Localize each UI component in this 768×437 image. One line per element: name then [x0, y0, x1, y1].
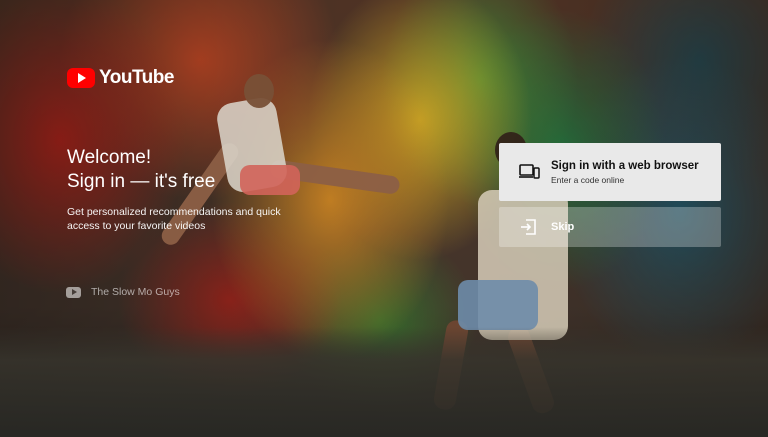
sign-in-web-browser-button[interactable]: Sign in with a web browser Enter a code … — [499, 143, 721, 201]
welcome-heading: Welcome! Sign in — it's free — [67, 146, 215, 194]
background-figure — [458, 280, 538, 330]
youtube-play-icon — [67, 68, 95, 88]
welcome-description: Get personalized recommendations and qui… — [67, 206, 281, 232]
logo-text: YouTube — [99, 67, 174, 88]
skip-label: Skip — [551, 221, 575, 233]
welcome-subtitle: Sign in — it's free — [67, 171, 216, 192]
skip-button[interactable]: Skip — [499, 207, 721, 247]
youtube-logo: YouTube — [67, 67, 174, 89]
background-figure — [240, 165, 300, 195]
background-figure — [244, 74, 274, 108]
background-ground — [0, 327, 768, 437]
channel-name: The Slow Mo Guys — [91, 286, 180, 298]
youtube-play-icon — [66, 286, 81, 298]
welcome-title: Welcome! — [67, 147, 152, 168]
sign-in-label: Sign in with a web browser — [551, 159, 699, 172]
sign-in-text: Sign in with a web browser Enter a code … — [551, 160, 699, 185]
devices-icon — [518, 161, 540, 183]
channel-attribution: The Slow Mo Guys — [66, 286, 180, 298]
exit-arrow-icon — [518, 216, 540, 238]
youtube-welcome-screen: YouTube Welcome! Sign in — it's free Get… — [0, 0, 768, 437]
sign-in-sublabel: Enter a code online — [551, 174, 625, 185]
